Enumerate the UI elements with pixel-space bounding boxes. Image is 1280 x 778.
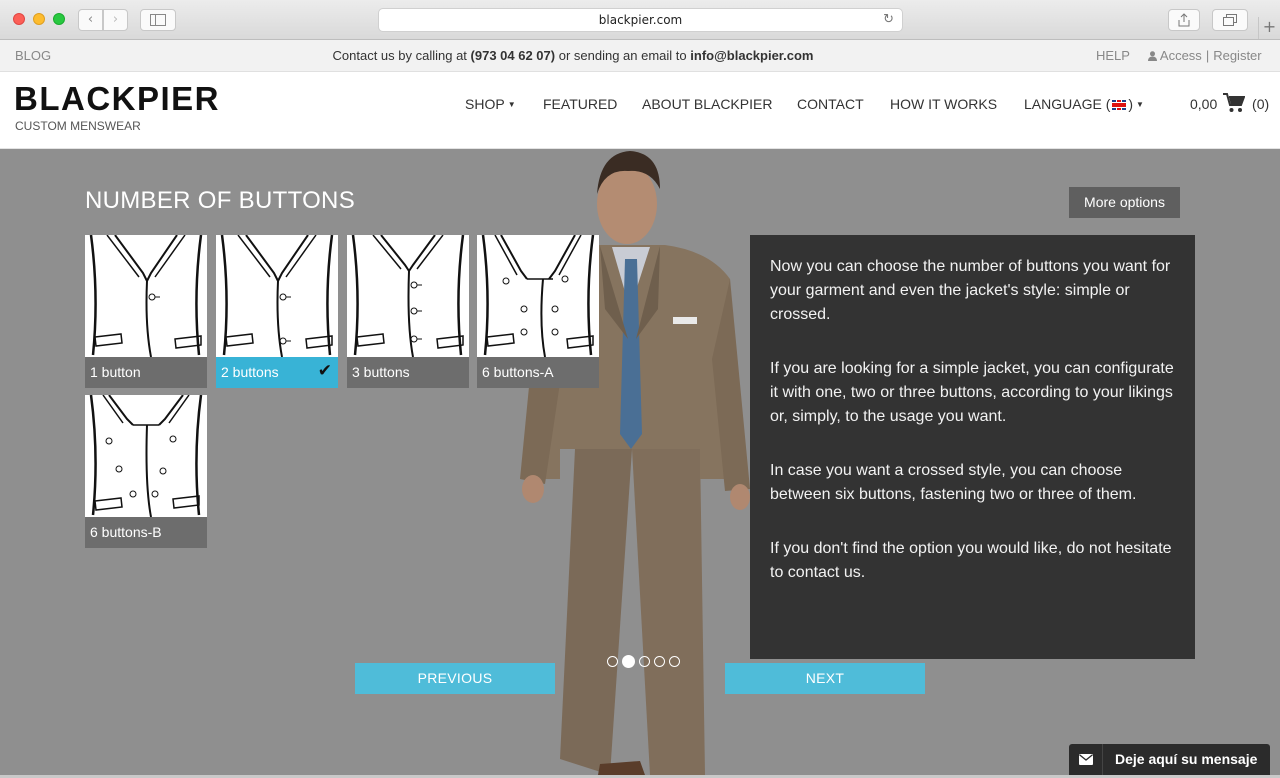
jacket-6-buttons-a-image xyxy=(477,235,599,357)
cart-count: (0) xyxy=(1252,96,1270,112)
back-button[interactable]: ‹ xyxy=(78,9,103,31)
uk-flag-icon xyxy=(1112,100,1127,110)
browser-toolbar: ‹ › blackpier.com ↻ + xyxy=(0,0,1280,40)
caret-down-icon: ▼ xyxy=(507,100,516,109)
cart-icon xyxy=(1223,93,1246,112)
minimize-window-button[interactable] xyxy=(33,13,45,25)
jacket-6-buttons-b-image xyxy=(85,395,207,517)
step-indicator xyxy=(607,651,684,668)
info-paragraph: Now you can choose the number of buttons… xyxy=(770,258,1171,323)
cart-amount: 0,00 xyxy=(1190,96,1218,112)
chat-widget[interactable]: Deje aquí su mensaje xyxy=(1069,744,1270,775)
site-logo[interactable]: BLACKPIER xyxy=(14,80,220,118)
contact-line: Contact us by calling at (973 04 62 07) … xyxy=(0,48,1146,63)
nav-featured[interactable]: FEATURED xyxy=(543,96,617,112)
more-options-button[interactable]: More options xyxy=(1069,187,1180,218)
zoom-window-button[interactable] xyxy=(53,13,65,25)
info-paragraph: If you don't find the option you would l… xyxy=(770,540,1172,581)
nav-shop-label: SHOP xyxy=(465,96,505,112)
option-6-buttons-b[interactable]: 6 buttons-B xyxy=(85,395,207,548)
nav-how-it-works[interactable]: HOW IT WORKS xyxy=(890,96,997,112)
step-dot-3[interactable] xyxy=(639,656,650,667)
option-6-buttons-a[interactable]: 6 buttons-A xyxy=(477,235,599,388)
user-icon xyxy=(1148,51,1157,61)
language-prefix: LANGUAGE ( xyxy=(1024,96,1111,112)
step-dot-1[interactable] xyxy=(607,656,618,667)
register-link[interactable]: Register xyxy=(1213,48,1261,63)
separator: | xyxy=(1205,48,1210,63)
sidebar-toggle-button[interactable] xyxy=(140,9,176,31)
nav-about[interactable]: ABOUT BLACKPIER xyxy=(642,96,772,112)
section-title: NUMBER OF BUTTONS xyxy=(85,187,356,214)
sidebar-icon xyxy=(150,14,166,26)
access-link[interactable]: Access xyxy=(1160,48,1202,63)
phone-number[interactable]: (973 04 62 07) xyxy=(471,48,556,63)
option-label: 6 buttons-A xyxy=(482,364,554,380)
contact-middle: or sending an email to xyxy=(558,48,687,63)
configurator-hero: NUMBER OF BUTTONS More options 1 button xyxy=(0,149,1280,775)
envelope-icon xyxy=(1069,744,1103,775)
option-1-button[interactable]: 1 button xyxy=(85,235,207,388)
new-tab-button[interactable]: + xyxy=(1258,17,1280,39)
nav-shop[interactable]: SHOP ▼ xyxy=(465,96,516,112)
jacket-2-buttons-image xyxy=(216,235,338,357)
step-dot-4[interactable] xyxy=(654,656,665,667)
option-2-buttons[interactable]: 2 buttons ✔ xyxy=(216,235,338,388)
address-bar[interactable]: blackpier.com ↻ xyxy=(378,8,903,32)
info-paragraph: In case you want a crossed style, you ca… xyxy=(770,462,1137,503)
step-dot-5[interactable] xyxy=(669,656,680,667)
tabs-overview-button[interactable] xyxy=(1212,9,1248,31)
info-paragraph: If you are looking for a simple jacket, … xyxy=(770,360,1174,425)
language-suffix: ) xyxy=(1128,96,1134,112)
plus-icon: + xyxy=(1262,17,1277,36)
option-3-buttons[interactable]: 3 buttons xyxy=(347,235,469,388)
top-info-bar: BLOG Contact us by calling at (973 04 62… xyxy=(0,40,1280,72)
chevron-right-icon: › xyxy=(112,12,119,27)
option-label: 2 buttons xyxy=(221,364,279,380)
jacket-1-button-image xyxy=(85,235,207,357)
checkmark-icon: ✔ xyxy=(317,361,332,381)
share-icon xyxy=(1178,13,1190,27)
step-dot-2[interactable] xyxy=(622,655,635,668)
chat-label: Deje aquí su mensaje xyxy=(1115,751,1258,767)
option-label: 1 button xyxy=(90,364,141,380)
nav-language[interactable]: LANGUAGE () ▼ xyxy=(1024,96,1144,112)
email-link[interactable]: info@blackpier.com xyxy=(690,48,813,63)
site-header: BLACKPIER CUSTOM MENSWEAR SHOP ▼ FEATURED… xyxy=(0,72,1280,149)
option-label: 6 buttons-B xyxy=(90,524,162,540)
contact-prefix: Contact us by calling at xyxy=(332,48,467,63)
chevron-left-icon: ‹ xyxy=(87,12,94,27)
jacket-3-buttons-image xyxy=(347,235,469,357)
share-button[interactable] xyxy=(1168,9,1200,31)
help-link[interactable]: HELP xyxy=(1096,48,1130,63)
previous-button[interactable]: PREVIOUS xyxy=(355,663,555,694)
info-panel: Now you can choose the number of buttons… xyxy=(750,235,1195,659)
caret-down-icon: ▼ xyxy=(1136,100,1144,109)
nav-contact[interactable]: CONTACT xyxy=(797,96,864,112)
url-text: blackpier.com xyxy=(598,13,683,27)
next-button[interactable]: NEXT xyxy=(725,663,925,694)
tabs-icon xyxy=(1223,14,1237,26)
option-label: 3 buttons xyxy=(352,364,410,380)
forward-button[interactable]: › xyxy=(103,9,128,31)
reload-icon[interactable]: ↻ xyxy=(883,9,894,31)
site-tagline: CUSTOM MENSWEAR xyxy=(15,119,141,133)
cart-button[interactable]: 0,00 (0) xyxy=(1190,93,1269,113)
account-links: Access | Register xyxy=(1148,48,1262,63)
close-window-button[interactable] xyxy=(13,13,25,25)
